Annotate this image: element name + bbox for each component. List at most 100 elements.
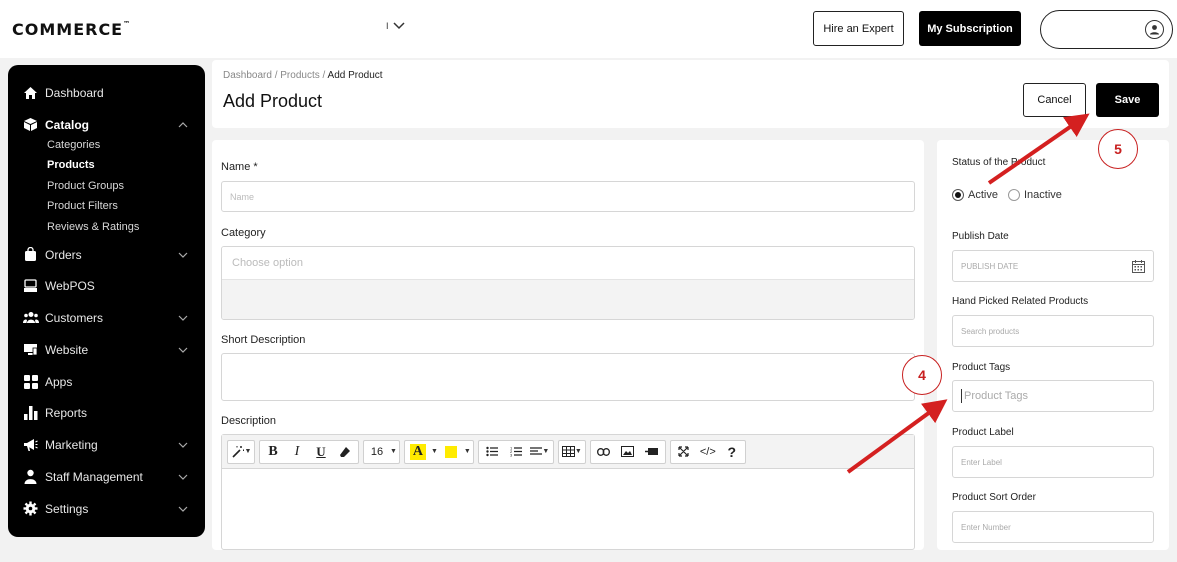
chevron-down-icon[interactable] [178,504,188,514]
sidebar-item-reports[interactable]: Reports [22,404,87,421]
product-settings-panel: Status of the Product Active Inactive Pu… [937,140,1169,550]
publish-date-label: Publish Date [952,231,1009,242]
product-tags-placeholder: Product Tags [964,390,1029,402]
eraser-icon[interactable] [334,442,356,462]
chevron-down-icon[interactable] [178,472,188,482]
name-label: Name * [221,161,258,173]
sort-order-label: Product Sort Order [952,492,1036,503]
product-label-input[interactable]: Enter Label [952,446,1154,478]
active-radio-label[interactable]: Active [968,189,998,201]
status-radio-group: Active Inactive [952,189,1062,201]
chevron-down-icon [392,22,405,30]
product-tags-input[interactable]: Product Tags [952,380,1154,412]
chevron-down-icon[interactable] [178,313,188,323]
text-cursor [961,389,962,403]
caret-down-icon[interactable]: ▼ [464,448,471,455]
insert-group [589,439,666,464]
inactive-radio[interactable] [1007,189,1020,201]
chevron-down-icon[interactable] [178,345,188,355]
help-icon[interactable]: ? [721,442,743,462]
store-selector[interactable]: I [386,21,405,31]
breadcrumb-products[interactable]: Products [280,70,319,81]
profile-menu[interactable] [1040,10,1173,49]
sidebar-item-customers[interactable]: Customers [22,309,103,326]
sidebar-item-orders[interactable]: Orders [22,246,82,263]
table-icon[interactable]: ▼ [561,442,583,462]
video-icon[interactable] [641,442,663,462]
sidebar-item-label: WebPOS [45,278,95,293]
inactive-radio-label[interactable]: Inactive [1024,189,1062,201]
font-size-value: 16 [370,445,384,458]
staff-icon [22,468,39,485]
sidebar-subitem-product-groups[interactable]: Product Groups [47,180,124,192]
bullet-list-icon[interactable] [481,442,503,462]
highlight-color-icon[interactable] [440,442,462,462]
bag-icon [22,246,39,263]
sidebar-item-website[interactable]: Website [22,341,88,358]
link-icon[interactable] [593,442,615,462]
related-products-search[interactable]: Search products [952,315,1154,347]
sidebar-item-label: Settings [45,501,89,516]
sidebar-subitem-categories[interactable]: Categories [47,139,100,151]
sidebar-item-settings[interactable]: Settings [22,500,88,517]
description-editor[interactable]: ▼ B I U 16 ▼ A ▼ ▼ 123 ▼ ▼ </> ? [221,434,915,550]
pos-icon [22,277,39,294]
publish-date-placeholder: PUBLISH DATE [961,261,1019,271]
status-label: Status of the Product [952,157,1046,168]
sidebar-item-label: Customers [45,310,104,325]
chevron-down-icon[interactable] [178,250,188,260]
align-icon[interactable]: ▼ [529,442,551,462]
sidebar-item-catalog[interactable]: Catalog [22,116,89,133]
sidebar-subitem-products[interactable]: Products [47,159,95,171]
active-radio[interactable] [952,189,964,201]
code-view-icon[interactable]: </> [697,442,719,462]
fullscreen-icon[interactable] [673,442,695,462]
top-bar: COMMERCE™ I Hire an Expert My Subscripti… [0,0,1177,58]
font-size-dropdown[interactable]: 16 ▼ [363,439,400,464]
megaphone-icon [22,436,39,453]
caret-down-icon[interactable]: ▼ [431,448,438,455]
sidebar-item-label: Reports [45,405,88,420]
editor-toolbar: ▼ B I U 16 ▼ A ▼ ▼ 123 ▼ ▼ </> ? [222,435,914,469]
category-selected-area[interactable] [222,280,914,319]
sort-order-input[interactable]: Enter Number [952,511,1154,543]
italic-button[interactable]: I [286,442,308,462]
numbered-list-icon[interactable]: 123 [505,442,527,462]
save-button[interactable]: Save [1096,83,1159,117]
chevron-down-icon[interactable] [178,440,188,450]
short-description-textarea[interactable] [221,353,915,401]
hire-expert-button[interactable]: Hire an Expert [813,11,904,46]
sidebar-item-apps[interactable]: Apps [22,373,72,390]
sidebar-subitem-product-filters[interactable]: Product Filters [47,200,118,212]
sidebar-item-label: Catalog [45,117,90,132]
bold-button[interactable]: B [262,442,284,462]
monitor-icon [22,341,39,358]
annotation-step-4: 4 [902,355,942,395]
sidebar-item-marketing[interactable]: Marketing [22,436,98,453]
cancel-button[interactable]: Cancel [1023,83,1086,117]
name-input[interactable]: Name [221,181,915,212]
breadcrumb-dashboard[interactable]: Dashboard [223,70,272,81]
calendar-icon[interactable] [1132,260,1145,273]
image-icon[interactable] [617,442,639,462]
sidebar-item-staff-management[interactable]: Staff Management [22,468,143,485]
magic-wand-icon[interactable]: ▼ [230,442,252,462]
chevron-up-icon[interactable] [178,120,188,130]
magic-wand-group: ▼ [227,439,255,464]
brand-logo[interactable]: COMMERCE™ [12,20,131,39]
underline-button[interactable]: U [310,442,332,462]
text-color-icon[interactable]: A [407,442,429,462]
my-subscription-button[interactable]: My Subscription [919,11,1021,46]
sidebar-subitem-reviews-ratings[interactable]: Reviews & Ratings [47,221,139,233]
publish-date-input[interactable]: PUBLISH DATE [952,250,1154,282]
sidebar-item-webpos[interactable]: WebPOS [22,277,95,294]
description-label: Description [221,415,277,427]
category-select[interactable]: Choose option [221,246,915,320]
sidebar-item-dashboard[interactable]: Dashboard [22,84,104,101]
grid-icon [22,373,39,390]
related-products-label: Hand Picked Related Products [952,296,1089,307]
category-label: Category [221,227,266,239]
product-label-label: Product Label [952,427,1014,438]
user-avatar-icon[interactable] [1145,20,1164,39]
users-icon [22,309,39,326]
